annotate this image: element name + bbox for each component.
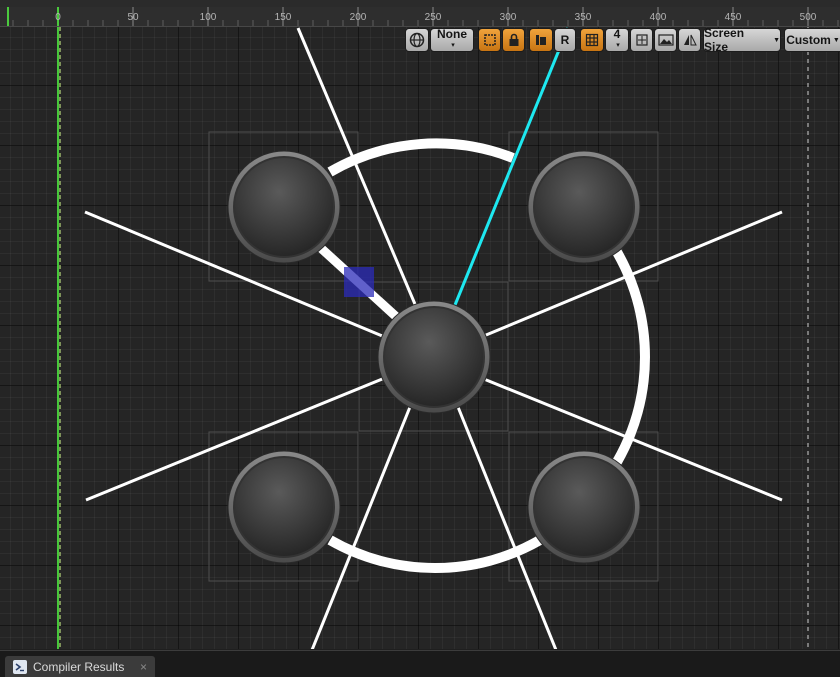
screen-size-label: Screen Size	[704, 26, 745, 54]
ruler-tick-label: 100	[200, 12, 217, 23]
selection-marker[interactable]	[344, 267, 374, 297]
knob-top-right[interactable]	[527, 150, 641, 264]
horizontal-ruler: 0 50 100 150 200 250 300 350 400 450 500	[0, 7, 840, 27]
ruler-tick-label: 400	[650, 12, 667, 23]
symmetry-button[interactable]	[678, 28, 701, 52]
knob-center[interactable]	[377, 300, 491, 414]
grid-snap-value: 4	[613, 27, 621, 41]
knob-top-left[interactable]	[227, 150, 341, 264]
chevron-down-icon: ▼	[832, 36, 840, 44]
layout-icon	[534, 33, 548, 47]
globe-icon	[409, 32, 425, 48]
resize-button[interactable]	[630, 28, 653, 52]
image-icon	[657, 33, 674, 47]
rotate-label: R	[560, 33, 570, 47]
custom-dropdown[interactable]: Custom ▼	[784, 28, 840, 52]
ruler-tick-label: 300	[500, 12, 517, 23]
ruler-tick-label: 500	[800, 12, 817, 23]
symmetry-icon	[682, 33, 698, 47]
ruler-tick-label: 450	[725, 12, 742, 23]
grid-snap-value-select[interactable]: 4 ▾	[605, 28, 629, 52]
design-canvas[interactable]	[0, 27, 840, 649]
lock-toggle-button[interactable]	[502, 28, 525, 52]
ruler-tick-label: 50	[127, 12, 139, 23]
ruler-tick-label: 200	[350, 12, 367, 23]
chevron-down-icon: ▼	[773, 36, 780, 44]
resize-icon	[635, 33, 649, 47]
knob-bottom-right[interactable]	[527, 450, 641, 564]
background-image-button[interactable]	[654, 28, 677, 52]
chevron-down-icon: ▾	[616, 42, 620, 49]
outline-toggle-button[interactable]	[478, 28, 501, 52]
bottom-panel-bar: Compiler Results ×	[0, 650, 840, 677]
compiler-results-label: Compiler Results	[33, 659, 125, 674]
screen-size-dropdown[interactable]: Screen Size ▼	[703, 26, 781, 54]
ruler-tick-label: 350	[575, 12, 592, 23]
grid-snap-toggle-button[interactable]	[580, 28, 604, 52]
chevron-down-icon: ▾	[451, 42, 455, 49]
dpi-select[interactable]: None ▾	[430, 28, 474, 52]
ruler-tick-label: 250	[425, 12, 442, 23]
ruler-tick-label: 150	[275, 12, 292, 23]
ruler-tick-label: 0	[55, 12, 61, 23]
terminal-icon	[13, 659, 27, 674]
outline-icon	[482, 32, 498, 48]
dpi-select-value: None	[437, 27, 467, 41]
grid-icon	[585, 33, 599, 47]
layout-mode-button[interactable]	[529, 28, 553, 52]
lock-icon	[507, 33, 521, 47]
custom-label: Custom	[786, 33, 831, 47]
compiler-results-tab[interactable]: Compiler Results ×	[5, 656, 155, 677]
rotate-toggle-button[interactable]: R	[554, 28, 576, 52]
close-icon[interactable]: ×	[140, 660, 147, 674]
knob-bottom-left[interactable]	[227, 450, 341, 564]
world-button[interactable]	[405, 28, 429, 52]
